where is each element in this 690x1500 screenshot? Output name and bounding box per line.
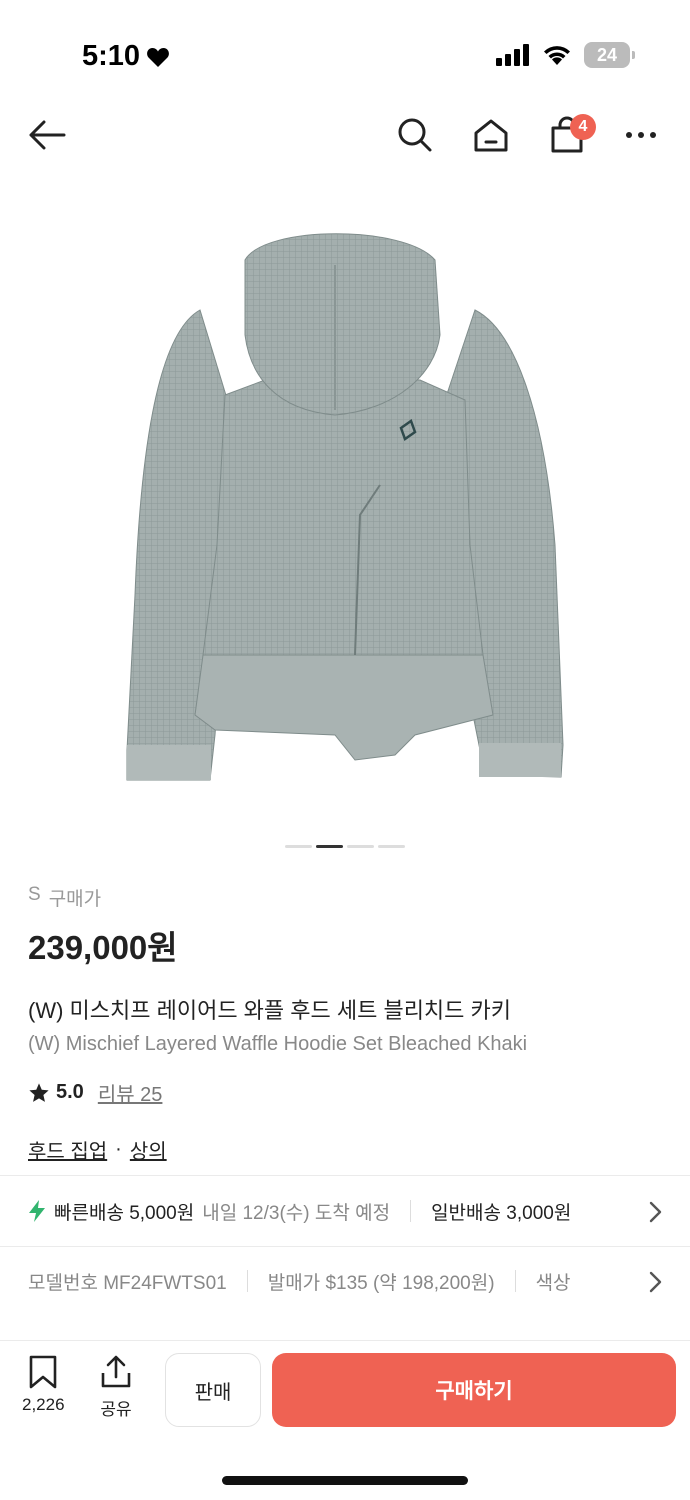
fast-shipping-label: 빠른배송 5,000원 <box>54 1202 195 1224</box>
back-button[interactable] <box>24 112 70 158</box>
image-pager <box>285 845 405 848</box>
more-icon <box>626 132 656 138</box>
category-separator: · <box>115 1138 122 1160</box>
signal-icon <box>496 44 529 66</box>
home-icon <box>474 119 508 152</box>
status-bar: 5:10 24 <box>0 0 690 100</box>
share-label: 공유 <box>100 1400 132 1419</box>
spec-row[interactable]: 모델번호 MF24FWTS01 발매가 $135 (약 198,200원) 색상 <box>28 1258 690 1304</box>
product-title-ko: (W) 미스치프 레이어드 와플 후드 세트 블리치드 카키 <box>28 998 512 1023</box>
rating-value: 5.0 <box>56 1081 84 1103</box>
status-time: 5:10 <box>82 40 170 73</box>
chevron-right-icon <box>649 1201 662 1223</box>
cart-count-badge: 4 <box>570 114 596 140</box>
status-icons: 24 <box>496 42 635 68</box>
product-title-en: (W) Mischief Layered Waffle Hoodie Set B… <box>28 1033 528 1055</box>
category-link-top[interactable]: 상의 <box>130 1135 167 1164</box>
shipping-row[interactable]: 빠른배송 5,000원 내일 12/3(수) 도착 예정 일반배송 3,000원 <box>28 1186 690 1236</box>
buy-button[interactable]: 구매하기 <box>272 1353 676 1427</box>
search-button[interactable] <box>392 112 438 158</box>
fast-shipping-eta: 내일 12/3(수) 도착 예정 <box>202 1202 391 1224</box>
status-time-text: 5:10 <box>82 40 141 72</box>
divider <box>0 1175 690 1176</box>
bookmark-icon <box>29 1355 57 1389</box>
heart-icon <box>147 47 169 67</box>
category-link-hoodie[interactable]: 후드 집업 <box>28 1135 107 1164</box>
color-label: 색상 <box>535 1272 571 1294</box>
size-purchase-label: S 구매가 <box>28 884 668 911</box>
battery-level: 24 <box>596 44 618 65</box>
product-info: S 구매가 239,000원 (W) 미스치프 레이어드 와플 후드 세트 블리… <box>28 884 668 1164</box>
release-price: 발매가 $135 (약 198,200원) <box>267 1272 495 1294</box>
purchase-price-label: 구매가 <box>48 889 102 910</box>
hoodie-image <box>126 233 564 781</box>
sell-button[interactable]: 판매 <box>165 1353 261 1427</box>
share-icon <box>101 1355 131 1388</box>
pager-dot <box>347 845 374 848</box>
category-breadcrumb: 후드 집업 · 상의 <box>28 1135 668 1164</box>
pager-dot-active <box>316 845 343 848</box>
chevron-right-icon <box>649 1271 662 1293</box>
wifi-icon <box>544 46 570 65</box>
wishlist-count: 2,226 <box>22 1395 65 1414</box>
separator <box>246 1270 248 1292</box>
normal-shipping-label: 일반배송 3,000원 <box>431 1202 572 1224</box>
more-button[interactable] <box>618 112 664 158</box>
bottom-action-bar: 2,226 공유 판매 구매하기 <box>0 1340 690 1440</box>
review-link[interactable]: 리뷰 25 <box>98 1078 163 1107</box>
home-indicator[interactable] <box>222 1476 468 1485</box>
home-button[interactable] <box>468 112 514 158</box>
battery-icon: 24 <box>584 42 635 68</box>
wishlist-button[interactable]: 2,226 <box>22 1355 65 1415</box>
size-prefix: S <box>28 884 41 905</box>
separator <box>410 1200 412 1222</box>
pager-dot <box>378 845 405 848</box>
rating: 5.0 리뷰 25 <box>28 1078 668 1107</box>
lightning-icon <box>29 1200 45 1222</box>
search-icon <box>398 118 432 152</box>
divider <box>0 1246 690 1247</box>
star-icon <box>29 1082 49 1102</box>
share-button[interactable]: 공유 <box>100 1355 132 1420</box>
product-image[interactable] <box>0 190 690 820</box>
price: 239,000원 <box>28 929 178 966</box>
model-number: 모델번호 MF24FWTS01 <box>28 1272 227 1294</box>
cart-button[interactable]: 4 <box>544 112 596 158</box>
separator <box>514 1270 516 1292</box>
top-nav: 4 <box>0 100 690 170</box>
pager-dot <box>285 845 312 848</box>
back-arrow-icon <box>29 120 66 150</box>
